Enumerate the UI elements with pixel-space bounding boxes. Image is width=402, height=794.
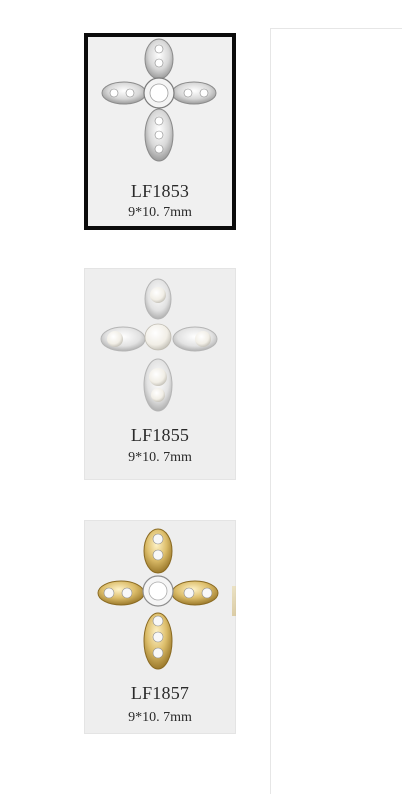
page: LF1853 9*10. 7mm LF1855 9*10. 7mm LF1857…	[0, 0, 402, 794]
product-thumbnail-lf1853[interactable]: LF1853 9*10. 7mm	[84, 33, 236, 230]
product-thumbnail-lf1855[interactable]: LF1855 9*10. 7mm	[84, 268, 236, 480]
product-detail-panel	[270, 28, 402, 794]
product-size: 9*10. 7mm	[128, 205, 192, 220]
product-size: 9*10. 7mm	[128, 710, 192, 725]
cross-charm-icon	[100, 278, 218, 412]
product-thumbnail-lf1857[interactable]: LF1857 9*10. 7mm	[84, 520, 236, 734]
adjacent-image-edge	[232, 586, 236, 616]
product-size: 9*10. 7mm	[128, 450, 192, 465]
cross-charm-icon	[101, 38, 217, 162]
product-code: LF1853	[130, 181, 190, 201]
product-code: LF1857	[130, 683, 190, 703]
cross-charm-icon	[97, 528, 219, 670]
product-code: LF1855	[130, 425, 190, 445]
